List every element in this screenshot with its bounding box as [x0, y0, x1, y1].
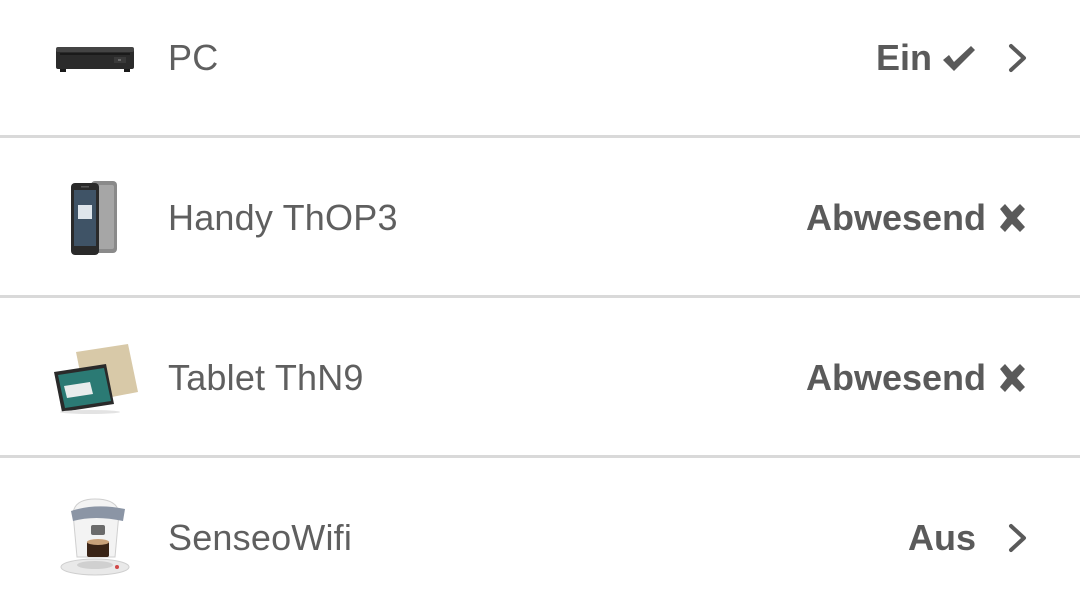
device-row-senseo[interactable]: SenseoWifi Aus — [0, 458, 1080, 608]
tablet-icon — [50, 333, 140, 423]
cross-icon — [994, 200, 1030, 236]
device-status-group: Ein — [876, 37, 1030, 79]
device-status: Aus — [907, 517, 976, 558]
device-status-group: Abwesend — [806, 357, 1030, 399]
cross-icon — [994, 360, 1030, 396]
smartphone-icon — [50, 173, 140, 263]
check-icon — [940, 40, 976, 76]
device-name: PC — [168, 37, 219, 78]
device-name: SenseoWifi — [168, 517, 353, 558]
desktop-pc-icon — [50, 13, 140, 103]
device-status: Abwesend — [805, 357, 986, 398]
device-row-handy[interactable]: Handy ThOP3 Abwesend — [0, 138, 1080, 298]
chevron-right-icon[interactable] — [1006, 40, 1030, 76]
device-status: Abwesend — [805, 197, 986, 238]
device-name: Handy ThOP3 — [168, 197, 398, 238]
device-name: Tablet ThN9 — [168, 357, 364, 398]
device-row-pc[interactable]: PC Ein — [0, 0, 1080, 138]
chevron-right-icon[interactable] — [1006, 520, 1030, 556]
device-row-tablet[interactable]: Tablet ThN9 Abwesend — [0, 298, 1080, 458]
coffee-machine-icon — [50, 493, 140, 583]
device-status-group: Abwesend — [806, 197, 1030, 239]
device-list: PC Ein Handy ThOP3 Abwesend Tablet ThN9 … — [0, 0, 1080, 608]
device-status: Ein — [875, 37, 932, 78]
device-status-group: Aus — [908, 517, 1030, 559]
